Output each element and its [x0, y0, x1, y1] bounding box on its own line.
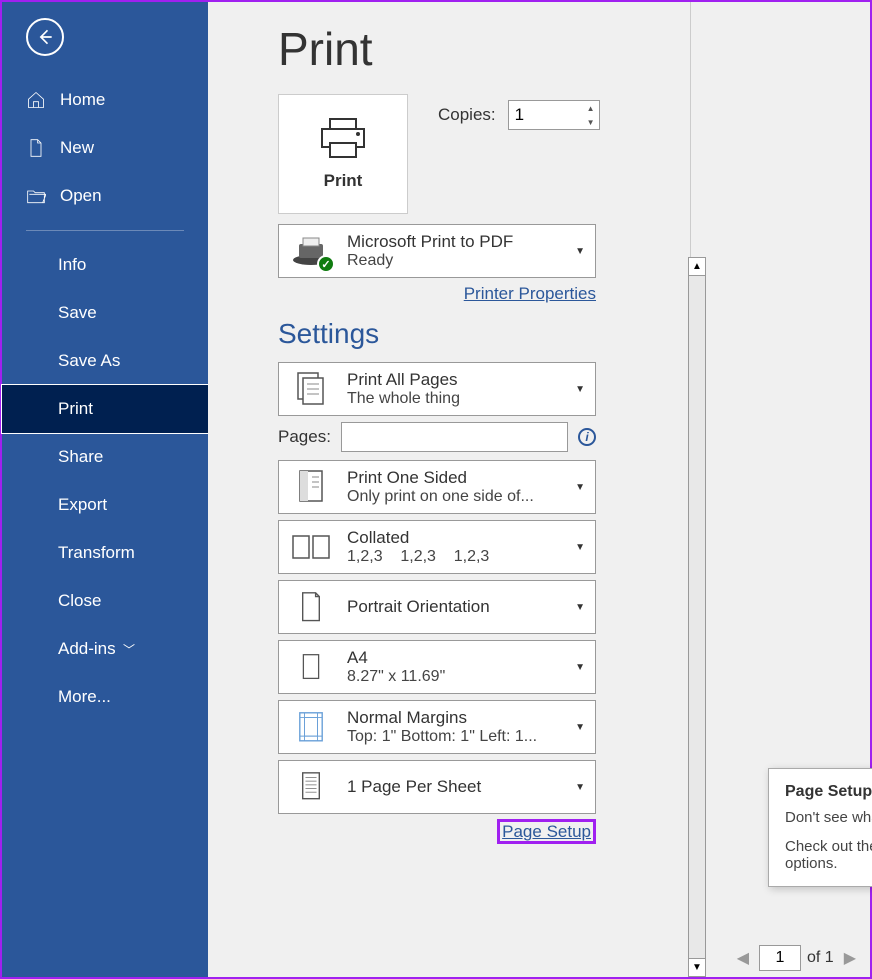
margins-icon [297, 710, 325, 744]
sidebar-item-new[interactable]: New [2, 124, 208, 172]
paper-size-dropdown[interactable]: A4 8.27" x 11.69" ▼ [278, 640, 596, 694]
sidebar-item-addins[interactable]: Add-ins ﹀ [2, 625, 208, 673]
chevron-down-icon: ﹀ [120, 643, 135, 657]
chevron-down-icon: ▼ [575, 782, 585, 793]
sidebar-separator [26, 230, 184, 231]
page-setup-link[interactable]: Page Setup [497, 819, 596, 844]
printer-dropdown[interactable]: Microsoft Print to PDF Ready ▼ [278, 224, 596, 278]
new-doc-icon [26, 138, 46, 158]
page-nav-footer: ◀ of 1 ▶ [733, 945, 860, 971]
sidebar-label: Home [60, 90, 105, 110]
folder-open-icon [26, 186, 46, 206]
sidebar-label: Open [60, 186, 102, 206]
sidebar-label: New [60, 138, 94, 158]
copies-spinbox[interactable]: ▲ ▼ [508, 100, 600, 130]
pages-input[interactable] [341, 422, 568, 452]
tooltip-line1: Don't see what you're looking for? [785, 809, 872, 826]
pages-icon [296, 371, 326, 407]
sidebar-item-print[interactable]: Print [2, 385, 208, 433]
page-total: of 1 [807, 949, 834, 967]
one-sided-icon [296, 469, 326, 505]
collate-icon [291, 532, 331, 562]
sidebar-item-export[interactable]: Export [2, 481, 208, 529]
collate-dropdown[interactable]: Collated 1,2,3 1,2,3 1,2,3 ▼ [278, 520, 596, 574]
sidebar-item-more[interactable]: More... [2, 673, 208, 721]
copies-label: Copies: [438, 105, 496, 125]
sidebar-item-close[interactable]: Close [2, 577, 208, 625]
chevron-down-icon: ▼ [575, 662, 585, 673]
sidebar-item-home[interactable]: Home [2, 76, 208, 124]
sidebar-item-share[interactable]: Share [2, 433, 208, 481]
per-sheet-dropdown[interactable]: 1 Page Per Sheet ▼ [278, 760, 596, 814]
sidebar-item-info[interactable]: Info [2, 241, 208, 289]
orientation-dropdown[interactable]: Portrait Orientation ▼ [278, 580, 596, 634]
printer-status: Ready [347, 252, 585, 270]
sidebar-item-transform[interactable]: Transform [2, 529, 208, 577]
prev-page-button[interactable]: ◀ [733, 948, 753, 968]
chevron-down-icon: ▼ [575, 542, 585, 553]
chevron-down-icon: ▼ [575, 246, 585, 257]
settings-heading: Settings [278, 318, 670, 350]
page-number-input[interactable] [759, 945, 801, 971]
scroll-up-button[interactable]: ▲ [689, 258, 705, 276]
margins-dropdown[interactable]: Normal Margins Top: 1" Bottom: 1" Left: … [278, 700, 596, 754]
print-button[interactable]: Print [278, 94, 408, 214]
pages-label: Pages: [278, 427, 331, 447]
scroll-down-button[interactable]: ▼ [689, 958, 705, 976]
arrow-left-icon [35, 27, 55, 47]
chevron-down-icon: ▼ [575, 722, 585, 733]
chevron-down-icon: ▼ [575, 482, 585, 493]
sidebar-item-save[interactable]: Save [2, 289, 208, 337]
paper-icon [300, 653, 322, 682]
main-content: Print Print Copies: [208, 2, 870, 977]
chevron-down-icon: ▼ [575, 384, 585, 395]
spin-up[interactable]: ▲ [583, 101, 599, 115]
printer-name: Microsoft Print to PDF [347, 232, 585, 252]
spin-down[interactable]: ▼ [583, 115, 599, 129]
printer-icon [318, 117, 368, 159]
copies-input[interactable] [509, 105, 579, 125]
per-sheet-icon [299, 771, 323, 802]
back-button[interactable] [26, 18, 64, 56]
preview-scrollbar[interactable]: ▲ ▼ [688, 257, 706, 977]
print-button-label: Print [324, 171, 363, 191]
chevron-down-icon: ▼ [575, 602, 585, 613]
home-icon [26, 90, 46, 110]
info-icon[interactable]: i [578, 428, 596, 446]
sidebar-item-open[interactable]: Open [2, 172, 208, 220]
portrait-icon [299, 591, 323, 622]
tooltip-title: Page Setup [785, 783, 872, 801]
backstage-sidebar: Home New Open Info Save Save As Print Sh… [2, 2, 208, 977]
check-icon [317, 255, 335, 273]
page-setup-tooltip: Page Setup Don't see what you're looking… [768, 768, 872, 887]
sidebar-item-save-as[interactable]: Save As [2, 337, 208, 385]
tooltip-line2: Check out the full set of page formattin… [785, 838, 872, 872]
next-page-button[interactable]: ▶ [840, 948, 860, 968]
page-title: Print [278, 22, 670, 76]
printer-properties-link[interactable]: Printer Properties [464, 284, 596, 303]
print-what-dropdown[interactable]: Print All Pages The whole thing ▼ [278, 362, 596, 416]
sides-dropdown[interactable]: Print One Sided Only print on one side o… [278, 460, 596, 514]
